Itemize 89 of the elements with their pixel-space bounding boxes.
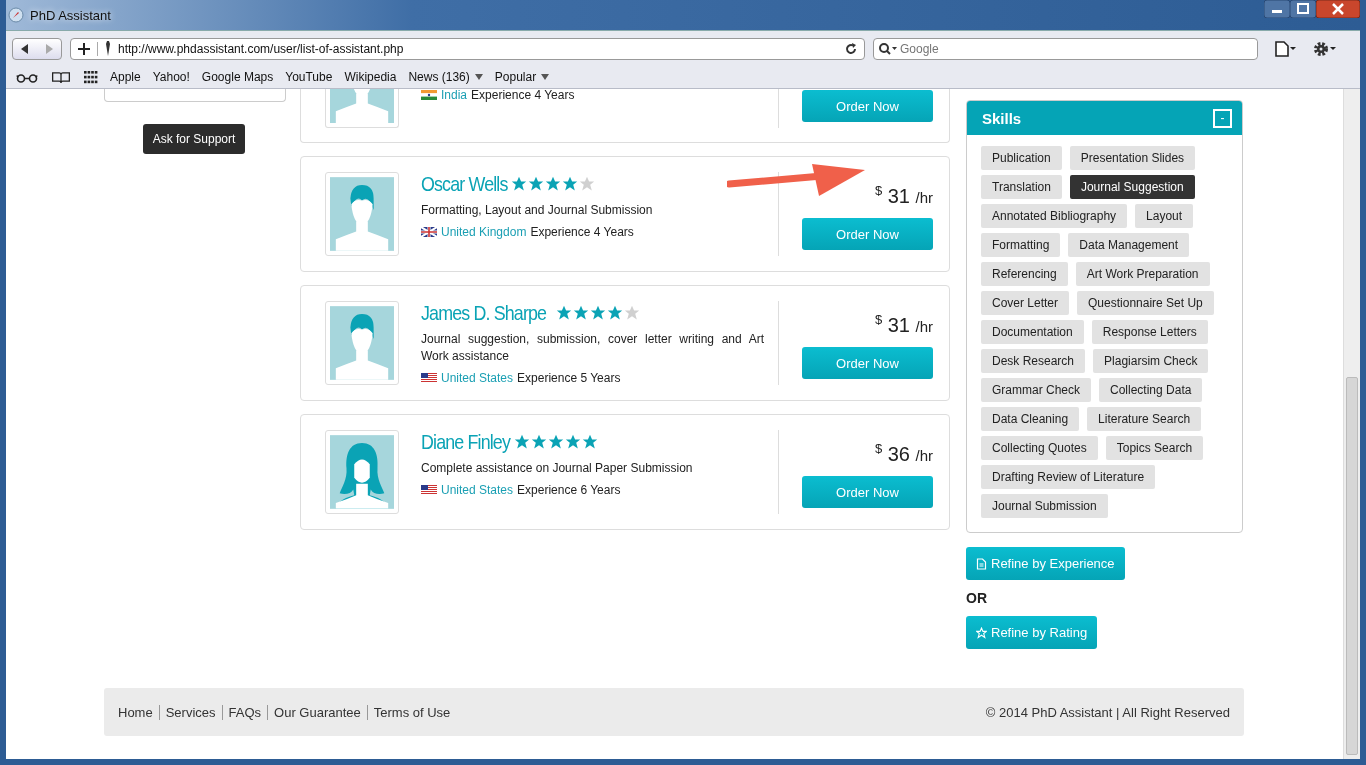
skill-tag[interactable]: Cover Letter — [981, 291, 1070, 315]
skill-tag[interactable]: Layout — [1135, 204, 1194, 228]
caret-icon — [541, 74, 550, 80]
scrollbar[interactable] — [1343, 89, 1360, 759]
skill-tag[interactable]: Translation — [981, 175, 1062, 199]
avatar-icon — [325, 172, 399, 256]
address-field[interactable]: http://www.phdassistant.com/user/list-of-assistant.php — [70, 37, 865, 60]
page-menu-icon[interactable] — [1272, 39, 1298, 58]
star-icon — [510, 176, 527, 192]
hourly-price: $^{$}$ 36 /hr — [874, 441, 933, 466]
skill-tag[interactable]: Annotated Bibliography — [981, 204, 1128, 228]
star-icon — [556, 305, 573, 321]
assistant-description: Formatting, Layout and Journal Submission — [421, 202, 654, 219]
window-title: PhD Assistant — [30, 7, 111, 23]
skill-tag[interactable]: Desk Research — [981, 349, 1086, 373]
assistant-description: Journal suggestion, submission, cover letter writing and Art Work assistance — [421, 331, 764, 365]
star-icon — [624, 305, 641, 321]
bookmark-link[interactable]: YouTube — [285, 70, 333, 84]
skill-tag[interactable]: Collecting Data — [1099, 378, 1203, 402]
panel-title: Skills — [982, 109, 1022, 127]
bookmark-link[interactable]: News (136) — [408, 70, 483, 84]
flag-icon — [421, 485, 437, 495]
search-field[interactable]: Google — [873, 37, 1258, 60]
support-button[interactable]: Ask for Support — [142, 124, 246, 154]
bookmark-link[interactable]: Yahoo! — [152, 70, 190, 84]
footer-link[interactable]: Services — [158, 704, 222, 720]
bookmark-link[interactable]: Wikipedia — [344, 70, 397, 84]
skill-tag[interactable]: Drafting Review of Literature — [981, 465, 1156, 489]
skill-tag[interactable]: Response Letters — [1091, 320, 1208, 344]
star-icon — [976, 626, 987, 639]
search-icon[interactable] — [878, 41, 898, 56]
star-icon — [547, 434, 564, 450]
skill-tag[interactable]: Presentation Slides — [1069, 146, 1196, 170]
browser-logo-icon — [8, 7, 24, 23]
star-icon — [581, 434, 598, 450]
grid-icon[interactable] — [84, 70, 98, 84]
star-icon — [544, 176, 561, 192]
skill-tag[interactable]: Journal Submission — [981, 494, 1108, 518]
skill-tag[interactable]: Formatting — [981, 233, 1061, 257]
star-icon — [513, 434, 530, 450]
bookmark-link[interactable]: Google Maps — [201, 70, 274, 84]
star-icon — [530, 434, 547, 450]
experience-text: Experience 6 Years — [517, 483, 621, 497]
star-icon — [561, 176, 578, 192]
star-icon — [590, 305, 607, 321]
minimize-icon[interactable] — [1264, 0, 1290, 18]
settings-icon[interactable] — [1312, 39, 1338, 58]
skill-tag[interactable]: Literature Search — [1087, 407, 1202, 431]
star-icon — [607, 305, 624, 321]
footer-link[interactable]: Terms of Use — [366, 704, 457, 720]
skill-tag[interactable]: Journal Suggestion — [1069, 175, 1195, 199]
footer-link[interactable]: Home — [118, 704, 159, 720]
flag-icon — [421, 227, 437, 237]
skill-tag[interactable]: Documentation — [981, 320, 1084, 344]
bookmark-link[interactable]: Apple — [110, 70, 141, 84]
skill-tag[interactable]: Questionnaire Set Up — [1077, 291, 1214, 315]
experience-text: Experience 4 Years — [530, 225, 634, 239]
skill-tag[interactable]: Data Cleaning — [981, 407, 1080, 431]
document-icon — [976, 557, 987, 570]
star-icon — [573, 305, 590, 321]
skill-tag[interactable]: Publication — [981, 146, 1062, 170]
skill-tag[interactable]: Plagiarsim Check — [1093, 349, 1209, 373]
experience-text: Experience 4 Years — [471, 89, 575, 102]
skill-tag[interactable]: Topics Search — [1105, 436, 1204, 460]
footer-link[interactable]: Our Guarantee — [267, 704, 367, 720]
flag-icon — [421, 373, 437, 383]
bookmark-link[interactable]: Popular — [494, 70, 550, 84]
skill-tag[interactable]: Grammar Check — [981, 378, 1091, 402]
footer-link[interactable]: FAQs — [221, 704, 268, 720]
copyright-text: © 2014 PhD Assistant | All Right Reserved — [985, 704, 1230, 720]
caret-icon — [474, 74, 483, 80]
avatar-icon — [325, 430, 399, 514]
assistant-description: Complete assistance on Journal Paper Submission — [421, 460, 694, 477]
experience-text: Experience 5 Years — [517, 371, 621, 385]
skill-tag[interactable]: Art Work Preparation — [1075, 262, 1210, 286]
book-icon[interactable] — [50, 70, 72, 84]
maximize-icon[interactable] — [1290, 0, 1316, 18]
skill-tag[interactable]: Referencing — [981, 262, 1068, 286]
star-icon — [564, 434, 581, 450]
avatar-icon — [325, 301, 399, 385]
reload-icon[interactable] — [844, 41, 858, 56]
hourly-price: $^{$}$ 31 /hr — [874, 183, 933, 208]
star-icon — [578, 176, 595, 192]
skill-tag[interactable]: Collecting Quotes — [981, 436, 1098, 460]
star-icon — [527, 176, 544, 192]
close-icon[interactable] — [1316, 0, 1360, 18]
or-label: OR — [966, 590, 987, 606]
hourly-price: $^{$}$ 31 /hr — [874, 312, 933, 337]
skill-tag[interactable]: Data Management — [1068, 233, 1190, 257]
